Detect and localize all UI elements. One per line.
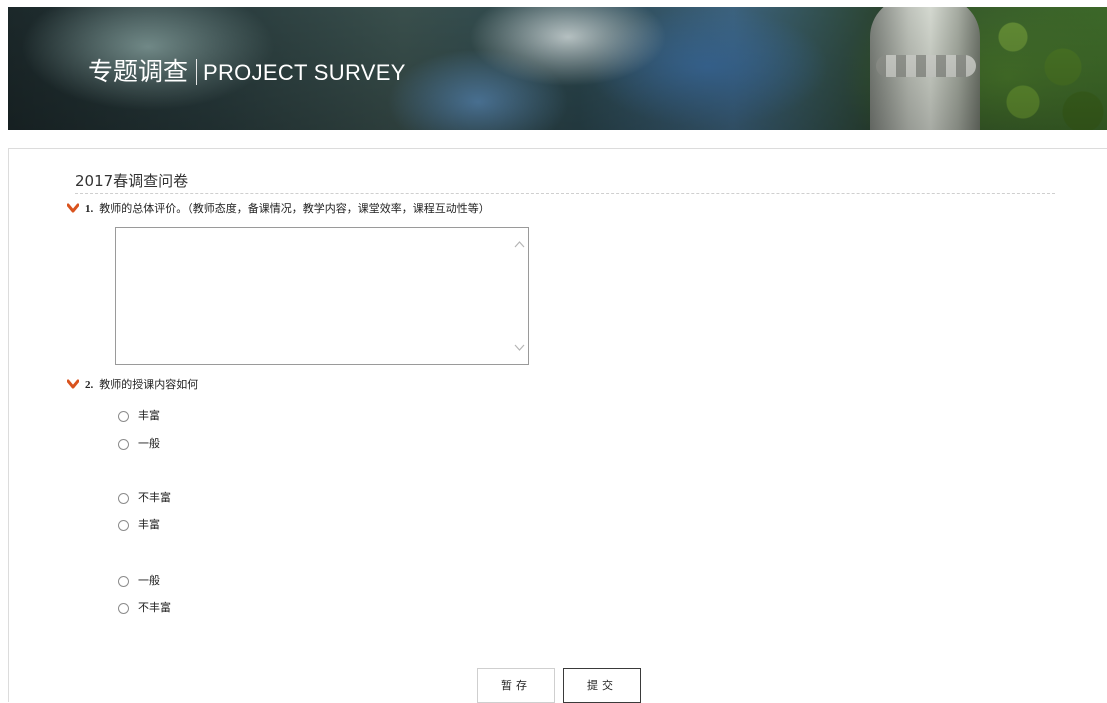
radio-option-label: 一般 [138,437,160,450]
radio-button[interactable] [118,439,129,450]
submit-button[interactable]: 提交 [563,668,641,703]
chevron-down-icon [67,203,79,213]
radio-option[interactable]: 不丰富 [118,491,171,505]
radio-option[interactable]: 不丰富 [118,601,171,615]
radio-button[interactable] [118,603,129,614]
question-1-textarea[interactable] [116,228,512,364]
radio-option[interactable]: 丰富 [118,409,160,423]
radio-option-label: 不丰富 [138,601,171,614]
radio-option[interactable]: 一般 [118,437,160,451]
banner-title-cn: 专题调查 [88,57,189,86]
question-2-text: 教师的授课内容如何 [99,378,199,391]
textarea-scrollbar[interactable] [511,228,528,364]
banner-title: 专题调查 PROJECT SURVEY [88,55,406,90]
radio-button[interactable] [118,411,129,422]
radio-option-label: 一般 [138,574,160,587]
question-1-answer-box [115,227,529,365]
survey-content: 2017春调查问卷 1. 教师的总体评价。（教师态度，备课情况，教学内容，课堂效率… [8,148,1107,703]
question-1-heading: 1. 教师的总体评价。（教师态度，备课情况，教学内容，课堂效率，课程互动性等） [67,202,490,216]
radio-option[interactable]: 丰富 [118,518,160,532]
survey-title: 2017春调查问卷 [75,171,1055,194]
radio-button[interactable] [118,520,129,531]
question-2-number: 2. [85,379,94,391]
radio-option-label: 不丰富 [138,491,171,504]
radio-button[interactable] [118,576,129,587]
chevron-down-icon [67,379,79,389]
question-1-number: 1. [85,203,94,215]
save-draft-button[interactable]: 暂存 [477,668,555,703]
radio-button[interactable] [118,493,129,504]
header-banner: 专题调查 PROJECT SURVEY [8,7,1107,130]
radio-option-label: 丰富 [138,518,160,531]
scroll-down-icon[interactable] [511,339,528,356]
banner-title-en: PROJECT SURVEY [203,60,406,85]
title-divider [196,59,198,85]
scroll-up-icon[interactable] [511,236,528,253]
radio-option[interactable]: 一般 [118,574,160,588]
radio-option-label: 丰富 [138,409,160,422]
question-2-heading: 2. 教师的授课内容如何 [67,378,198,392]
question-1-text: 教师的总体评价。（教师态度，备课情况，教学内容，课堂效率，课程互动性等） [99,202,490,215]
